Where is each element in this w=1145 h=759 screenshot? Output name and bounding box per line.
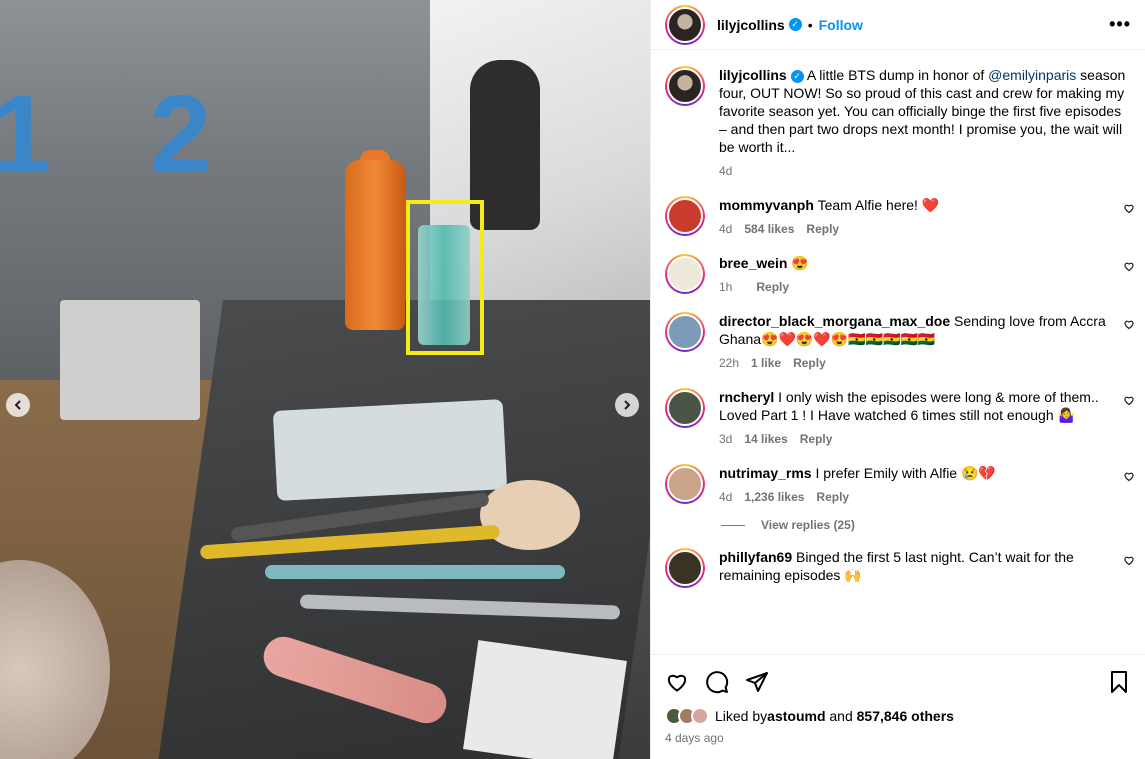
comment-time: 4d	[719, 490, 733, 504]
caption-author-avatar[interactable]	[665, 66, 705, 106]
verified-badge-icon: ✓	[790, 69, 804, 83]
comment-item: mommyvanph Team Alfie here! ❤️ 4d 584 li…	[665, 196, 1134, 238]
next-media-button[interactable]	[615, 393, 639, 417]
view-replies-line	[721, 524, 745, 526]
comment-username[interactable]: bree_wein	[719, 255, 787, 271]
post-time[interactable]: 4 days ago	[665, 731, 1131, 745]
commenter-avatar[interactable]	[665, 254, 705, 294]
comment-username[interactable]: phillyfan69	[719, 549, 792, 565]
locker-number-2: 2	[150, 73, 212, 196]
likes-summary[interactable]: Liked by astoumd and 857,846 others	[665, 707, 1131, 725]
liked-by-prefix: Liked by	[715, 708, 768, 724]
caption-text: A little BTS dump in honor of	[806, 67, 989, 83]
author-avatar[interactable]	[665, 4, 705, 45]
more-options-icon[interactable]: •••	[1109, 14, 1131, 35]
separator-dot: •	[807, 16, 813, 33]
comment-like-heart-icon[interactable]	[1123, 318, 1135, 330]
chevron-right-icon	[624, 400, 631, 410]
reply-button[interactable]: Reply	[756, 278, 789, 296]
reply-button[interactable]: Reply	[800, 430, 833, 448]
caption: lilyjcollins ✓ A little BTS dump in honor…	[665, 66, 1131, 180]
comment-likes[interactable]: 1,236 likes	[744, 488, 804, 506]
media-brush	[265, 565, 565, 579]
comment-item: nutrimay_rms I prefer Emily with Alfie 😢…	[665, 464, 1134, 506]
comment-time: 22h	[719, 356, 740, 370]
locker-number-1: 1	[0, 73, 52, 196]
comment-icon[interactable]	[705, 670, 729, 694]
media-palette	[272, 399, 508, 501]
comment-likes[interactable]: 14 likes	[744, 430, 787, 448]
reply-button[interactable]: Reply	[816, 488, 849, 506]
view-replies-label: View replies (25)	[761, 518, 855, 532]
previous-media-button[interactable]	[6, 393, 30, 417]
comment-item: rncheryl I only wish the episodes were l…	[665, 388, 1134, 448]
comment-item: director_black_morgana_max_doe Sending l…	[665, 312, 1134, 372]
instagram-post-modal: 1 2 lilyjcollins ✓ • Follow ••• lilyjcol…	[0, 0, 1145, 759]
comment-time: 1h	[719, 280, 733, 294]
liked-by-others[interactable]: 857,846 others	[857, 708, 954, 724]
comment-username[interactable]: director_black_morgana_max_doe	[719, 313, 950, 329]
caption-username[interactable]: lilyjcollins	[719, 67, 787, 83]
post-side-panel: lilyjcollins ✓ • Follow ••• lilyjcollins…	[650, 0, 1145, 759]
comment-likes[interactable]: 1 like	[751, 354, 781, 372]
commenter-avatar[interactable]	[665, 196, 705, 236]
comment-likes[interactable]: 584 likes	[744, 220, 794, 238]
comment-like-heart-icon[interactable]	[1123, 470, 1135, 482]
post-actions: Liked by astoumd and 857,846 others 4 da…	[651, 654, 1145, 759]
follow-button[interactable]: Follow	[819, 17, 863, 33]
commenter-avatar[interactable]	[665, 312, 705, 352]
caption-time: 4d	[719, 164, 733, 178]
liked-by-middle: and	[825, 708, 857, 724]
comment-time: 3d	[719, 432, 733, 446]
mention-link[interactable]: @emilyinparis	[988, 67, 1076, 83]
comment-item: bree_wein 😍 1h Reply	[665, 254, 1134, 296]
comment-username[interactable]: mommyvanph	[719, 197, 814, 213]
comment-like-heart-icon[interactable]	[1123, 394, 1135, 406]
media-highlight-box	[406, 200, 484, 355]
media-box	[463, 640, 627, 759]
media-powder-pad	[480, 480, 580, 550]
heart-icon[interactable]	[665, 670, 689, 694]
liked-by-user[interactable]: astoumd	[767, 708, 825, 724]
comment-like-heart-icon[interactable]	[1123, 554, 1135, 566]
share-icon[interactable]	[745, 670, 769, 694]
comment-item: phillyfan69 Binged the first 5 last nigh…	[665, 548, 1134, 590]
commenter-avatar[interactable]	[665, 388, 705, 428]
chevron-left-icon	[14, 400, 21, 410]
reply-button[interactable]: Reply	[793, 354, 826, 372]
comment-text: I prefer Emily with Alfie 😢💔	[815, 465, 996, 481]
comment-text: I only wish the episodes were long & mor…	[719, 389, 1099, 423]
comment-time: 4d	[719, 222, 733, 236]
commenter-avatar[interactable]	[665, 464, 705, 504]
reply-button[interactable]: Reply	[806, 220, 839, 238]
view-replies-button[interactable]: View replies (25)	[721, 518, 1131, 532]
comment-like-heart-icon[interactable]	[1123, 260, 1135, 272]
comment-text: Team Alfie here! ❤️	[817, 197, 940, 213]
comment-username[interactable]: rncheryl	[719, 389, 774, 405]
post-header: lilyjcollins ✓ • Follow •••	[651, 0, 1145, 50]
commenter-avatar[interactable]	[665, 548, 705, 588]
post-media[interactable]: 1 2	[0, 0, 650, 759]
author-username[interactable]: lilyjcollins	[717, 17, 785, 33]
liker-avatars	[665, 707, 709, 725]
comment-like-heart-icon[interactable]	[1123, 202, 1135, 214]
media-orange-bottle	[345, 160, 405, 330]
comment-text: 😍	[791, 255, 809, 271]
comments-list[interactable]: lilyjcollins ✓ A little BTS dump in honor…	[651, 50, 1145, 654]
media-shelf	[60, 300, 200, 420]
comment-username[interactable]: nutrimay_rms	[719, 465, 812, 481]
verified-badge-icon: ✓	[788, 18, 802, 31]
bookmark-icon[interactable]	[1107, 670, 1131, 694]
